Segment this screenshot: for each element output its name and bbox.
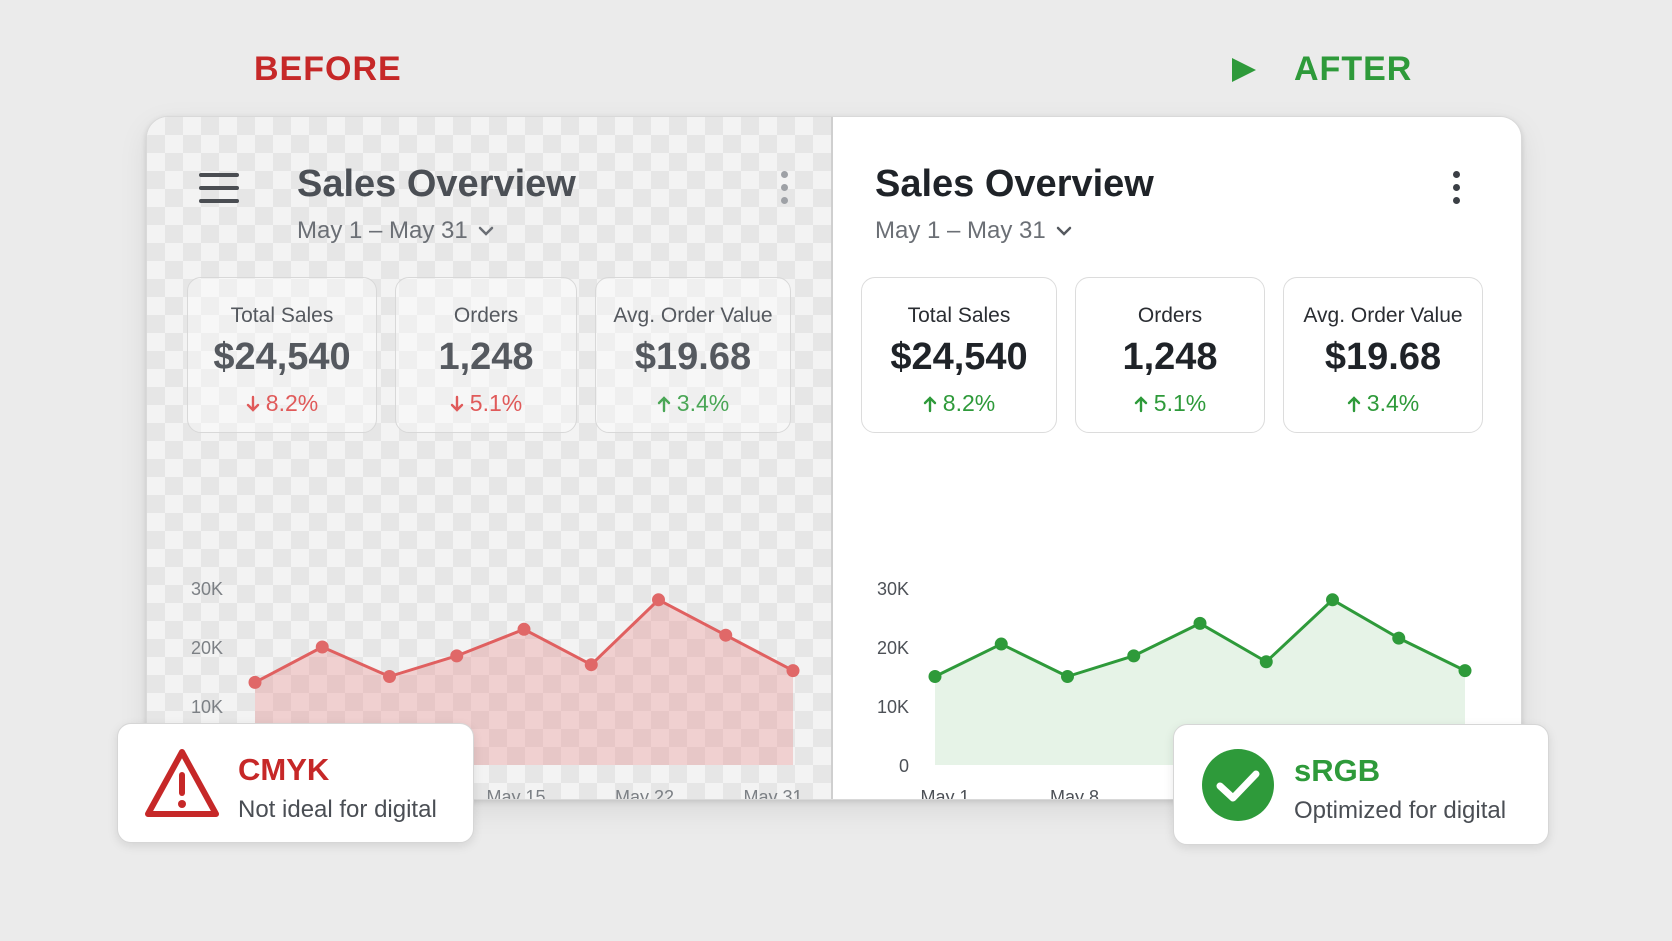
- y-tick-label: 30K: [191, 579, 223, 599]
- stat-label: Total Sales: [907, 304, 1011, 327]
- y-tick-label: 10K: [191, 697, 223, 717]
- data-point: [994, 637, 1008, 651]
- stat-value: $24,540: [213, 336, 351, 378]
- warning-triangle-icon: [145, 749, 219, 817]
- stat-value: $24,540: [890, 336, 1028, 378]
- data-point: [928, 670, 942, 683]
- arrow-down-icon: [450, 395, 463, 412]
- data-point: [584, 658, 598, 672]
- before-after-arrow-icon: [422, 58, 1256, 82]
- after-label: AFTER: [1294, 50, 1413, 88]
- data-point: [1326, 593, 1339, 607]
- stat-value: $19.68: [634, 336, 752, 378]
- stat-value: 1,248: [1122, 336, 1218, 378]
- stat-delta-value: 8.2%: [942, 390, 996, 416]
- stat-label: Orders: [453, 304, 519, 327]
- comparison-card: Sales Overview May 1 – May 31 Total Sale…: [146, 116, 1522, 800]
- stat-label: Avg. Order Value: [613, 304, 773, 327]
- chevron-down-icon: [478, 226, 493, 236]
- arrow-up-icon: [923, 395, 936, 412]
- stat-tile-avg-order-value: Avg. Order Value $19.68 3.4%: [595, 277, 791, 433]
- y-tick-label: 30K: [877, 579, 909, 599]
- x-tick-label: May 15: [486, 787, 545, 800]
- page-title: Sales Overview: [297, 163, 576, 205]
- page-title: Sales Overview: [875, 163, 1154, 205]
- data-point: [1061, 670, 1074, 683]
- hamburger-menu-icon[interactable]: [199, 173, 239, 203]
- stat-delta-value: 5.1%: [1153, 390, 1207, 416]
- x-tick-label: May 1: [920, 787, 969, 800]
- srgb-badge: sRGB Optimized for digital: [1173, 724, 1549, 845]
- badge-subtitle: Not ideal for digital: [238, 796, 437, 823]
- stat-label: Orders: [1137, 304, 1203, 327]
- data-point: [1259, 655, 1273, 669]
- check-circle-icon: [1202, 749, 1274, 821]
- arrow-up-icon: [1134, 395, 1147, 412]
- data-point: [719, 628, 733, 642]
- data-point: [517, 622, 531, 636]
- date-range-selector[interactable]: May 1 – May 31: [297, 217, 494, 245]
- x-tick-label: May 8: [1050, 787, 1099, 800]
- badge-title: CMYK: [238, 752, 330, 787]
- stat-delta-value: 3.4%: [676, 390, 730, 416]
- data-point: [1193, 616, 1207, 630]
- stat-label: Total Sales: [230, 304, 334, 327]
- stat-tile-total-sales: Total Sales $24,540 8.2%: [861, 277, 1057, 433]
- arrow-up-icon: [1347, 395, 1360, 412]
- stat-delta: 3.4%: [596, 390, 790, 417]
- stat-tile-orders: Orders 1,248 5.1%: [395, 277, 577, 433]
- stat-delta-value: 8.2%: [265, 390, 319, 416]
- date-range-label: May 1 – May 31: [297, 217, 468, 244]
- badge-subtitle: Optimized for digital: [1294, 797, 1507, 824]
- data-point: [652, 593, 665, 607]
- data-point: [248, 675, 262, 689]
- stat-delta: 8.2%: [188, 390, 376, 417]
- stat-delta: 8.2%: [862, 390, 1056, 417]
- chevron-down-icon: [1056, 226, 1071, 236]
- badge-title: sRGB: [1294, 753, 1381, 788]
- data-point: [1458, 664, 1472, 678]
- more-options-icon[interactable]: [1453, 171, 1461, 207]
- stat-tile-orders: Orders 1,248 5.1%: [1075, 277, 1265, 433]
- stat-tile-avg-order-value: Avg. Order Value $19.68 3.4%: [1283, 277, 1483, 433]
- stat-value: 1,248: [438, 336, 534, 378]
- data-point: [1392, 631, 1406, 645]
- y-tick-label: 20K: [877, 638, 909, 658]
- y-tick-label: 20K: [191, 638, 223, 658]
- comparison-stage: BEFORE AFTER Sales Overview May 1 – May …: [0, 0, 1672, 941]
- before-label: BEFORE: [254, 50, 402, 88]
- after-panel: Sales Overview May 1 – May 31 Total Sale…: [835, 117, 1521, 800]
- data-point: [450, 649, 464, 663]
- stat-delta-value: 3.4%: [1366, 390, 1420, 416]
- stat-tile-total-sales: Total Sales $24,540 8.2%: [187, 277, 377, 433]
- data-point: [315, 640, 329, 654]
- more-options-icon[interactable]: [781, 171, 789, 207]
- data-point: [383, 670, 396, 683]
- stat-label: Avg. Order Value: [1303, 304, 1463, 327]
- y-tick-label: 0: [899, 756, 909, 776]
- x-tick-label: May 31: [743, 787, 802, 800]
- stat-delta: 5.1%: [1076, 390, 1264, 417]
- stat-delta-value: 5.1%: [469, 390, 523, 416]
- arrow-down-icon: [246, 395, 259, 412]
- stat-value: $19.68: [1324, 336, 1442, 378]
- arrow-up-icon: [657, 395, 670, 412]
- stat-delta: 3.4%: [1284, 390, 1482, 417]
- y-tick-label: 10K: [877, 697, 909, 717]
- date-range-label: May 1 – May 31: [875, 217, 1046, 244]
- before-panel: Sales Overview May 1 – May 31 Total Sale…: [147, 117, 833, 800]
- cmyk-badge: CMYK Not ideal for digital: [117, 723, 474, 843]
- stat-delta: 5.1%: [396, 390, 576, 417]
- date-range-selector[interactable]: May 1 – May 31: [875, 217, 1072, 245]
- data-point: [786, 664, 800, 678]
- x-tick-label: May 22: [615, 787, 674, 800]
- data-point: [1127, 649, 1141, 663]
